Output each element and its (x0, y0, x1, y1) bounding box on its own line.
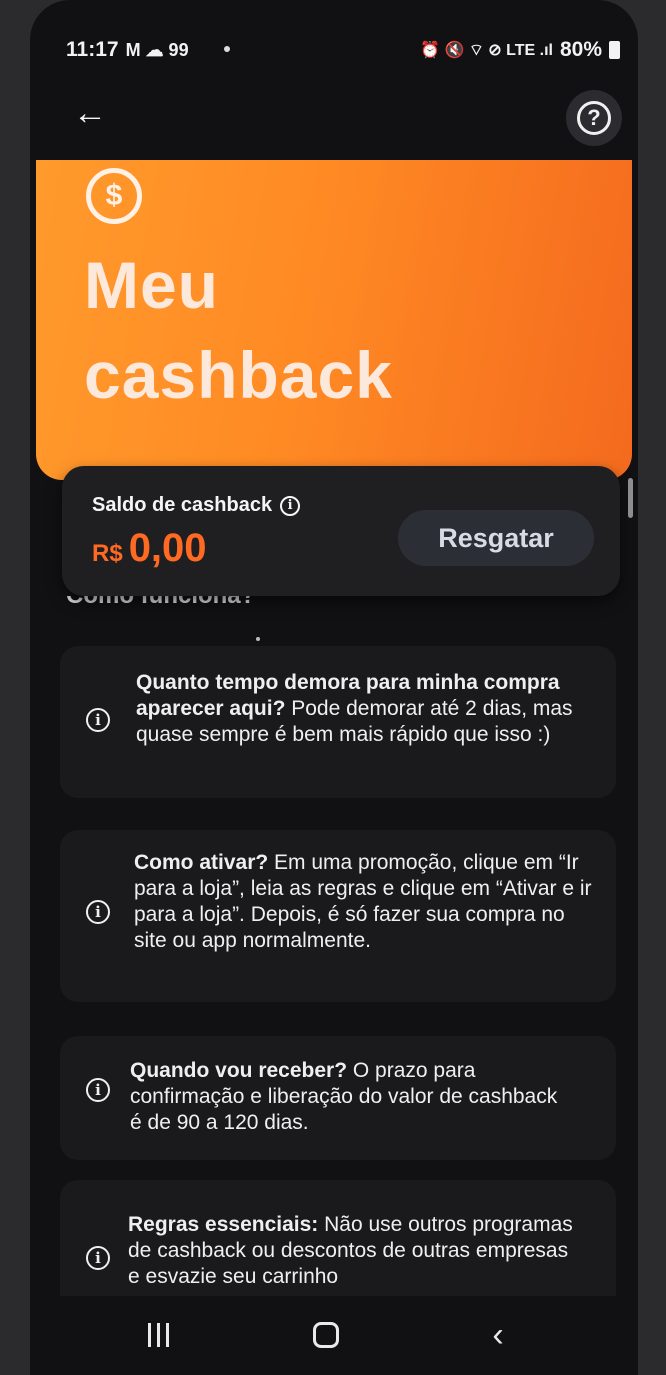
faq-text: Quando vou receber? O prazo para confirm… (130, 1058, 560, 1136)
recents-icon (147, 1323, 169, 1347)
info-icon: i (86, 708, 110, 732)
back-button[interactable]: ← (70, 88, 110, 138)
arrow-left-icon: ← (73, 93, 107, 132)
status-time: 11:17 (66, 38, 119, 61)
system-icons: ⏰ 🔇 ⌔ ⊘ LTE .ıl (420, 42, 553, 59)
cashback-hero: $ Meu cashback (36, 160, 632, 480)
battery-level: 80% (559, 38, 602, 61)
info-icon[interactable]: i (280, 495, 301, 516)
status-right: ⏰ 🔇 ⌔ ⊘ LTE .ıl 80% (420, 38, 620, 62)
status-left: 11:17 M ☁ 99 (66, 38, 189, 62)
notification-dot (224, 46, 230, 52)
notification-icons: M ☁ 99 (125, 39, 189, 60)
status-bar: 11:17 M ☁ 99 ⏰ 🔇 ⌔ ⊘ LTE .ıl 80% (30, 30, 638, 70)
navigation-bar: ‹ (30, 1296, 638, 1375)
info-icon: i (86, 1246, 110, 1270)
balance-value: R$ 0,00 (92, 526, 207, 571)
balance-label-row: Saldo de cashback i (92, 494, 301, 517)
screen: 11:17 M ☁ 99 ⏰ 🔇 ⌔ ⊘ LTE .ıl 80% ← ? $ M… (30, 0, 638, 1375)
balance-card: Saldo de cashback i R$ 0,00 Resgatar (62, 466, 620, 596)
faq-question: Quando vou receber? (130, 1059, 348, 1082)
section-heading: Como funciona? (66, 596, 316, 608)
faq-item[interactable]: i Quanto tempo demora para minha compra … (60, 646, 616, 798)
nav-back-button[interactable]: ‹ (476, 1314, 520, 1356)
faq-item[interactable]: i Como ativar? Em uma promoção, clique e… (60, 830, 616, 1002)
home-icon (313, 1322, 339, 1348)
redeem-button[interactable]: Resgatar (398, 510, 594, 566)
phone-frame: 11:17 M ☁ 99 ⏰ 🔇 ⌔ ⊘ LTE .ıl 80% ← ? $ M… (0, 0, 666, 1375)
balance-label: Saldo de cashback (92, 494, 273, 516)
info-icon: i (86, 900, 110, 924)
faq-text: Regras essenciais: Não use outros progra… (128, 1212, 578, 1290)
cashback-dollar-icon: $ (86, 168, 142, 224)
faq-item[interactable]: i Quando vou receber? O prazo para confi… (60, 1036, 616, 1160)
scrollbar[interactable] (628, 478, 633, 518)
question-mark-icon: ? (577, 101, 611, 135)
help-button[interactable]: ? (566, 90, 622, 146)
faq-item[interactable]: i Regras essenciais: Não use outros prog… (60, 1180, 616, 1296)
chevron-left-icon: ‹ (492, 1316, 504, 1354)
page-title: Meu cashback (84, 248, 393, 412)
scroll-dot (256, 637, 260, 641)
balance-currency: R$ (92, 540, 123, 567)
info-icon: i (86, 1078, 110, 1102)
faq-question: Como ativar? (134, 851, 269, 874)
recents-button[interactable] (136, 1314, 180, 1356)
faq-question: Regras essenciais: (128, 1213, 319, 1236)
home-button[interactable] (304, 1314, 348, 1356)
faq-text: Quanto tempo demora para minha compra ap… (136, 670, 596, 748)
faq-text: Como ativar? Em uma promoção, clique em … (134, 850, 600, 954)
balance-amount: 0,00 (128, 526, 207, 570)
battery-icon (609, 41, 620, 59)
